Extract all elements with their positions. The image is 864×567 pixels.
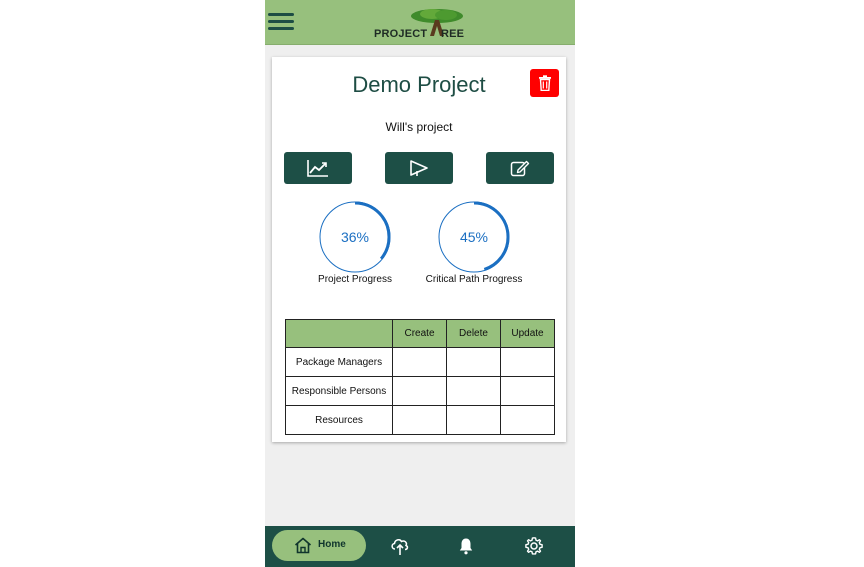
nav-home-button[interactable]: Home — [272, 530, 366, 561]
project-progress-label: Project Progress — [318, 274, 392, 285]
hamburger-menu-icon[interactable] — [268, 11, 295, 32]
publish-button[interactable] — [385, 152, 453, 184]
update-cell[interactable] — [500, 347, 555, 377]
critical-path-progress-value: 45% — [459, 229, 489, 245]
edit-icon — [510, 160, 530, 177]
table-row: Responsible Persons — [285, 376, 555, 406]
table-header-row: Create Delete Update — [285, 319, 555, 348]
row-label: Resources — [285, 405, 393, 435]
delete-project-button[interactable] — [530, 69, 559, 97]
project-progress-value: 36% — [340, 229, 370, 245]
create-cell[interactable] — [392, 347, 447, 377]
row-label: Package Managers — [285, 347, 393, 377]
edit-project-button[interactable] — [486, 152, 554, 184]
delete-cell[interactable] — [446, 347, 501, 377]
project-title: Demo Project — [352, 72, 486, 97]
project-owner: Will's project — [385, 120, 453, 134]
delete-cell[interactable] — [446, 376, 501, 406]
create-cell[interactable] — [392, 376, 447, 406]
top-bar: PROJECT REE — [265, 0, 575, 45]
table-header-update: Update — [500, 319, 555, 348]
logo-text-left: PROJECT — [374, 28, 428, 40]
update-cell[interactable] — [500, 376, 555, 406]
project-progress-ring: 36% — [318, 200, 392, 274]
update-cell[interactable] — [500, 405, 555, 435]
home-icon — [294, 537, 312, 554]
table-row: Resources — [285, 405, 555, 435]
table-header-create: Create — [392, 319, 447, 348]
table-row: Package Managers — [285, 347, 555, 377]
table-header-empty — [285, 319, 393, 348]
critical-path-progress-label: Critical Path Progress — [425, 274, 523, 285]
project-card: Demo Project Will's project 36% Project … — [272, 57, 566, 442]
trash-icon — [538, 75, 551, 91]
row-label: Responsible Persons — [285, 376, 393, 406]
tree-upload-icon[interactable] — [390, 536, 410, 556]
permissions-table: Create Delete Update Package Managers Re… — [285, 319, 555, 435]
table-header-delete: Delete — [446, 319, 501, 348]
delete-cell[interactable] — [446, 405, 501, 435]
chart-icon — [307, 160, 328, 177]
create-cell[interactable] — [392, 405, 447, 435]
bottom-navigation: Home — [265, 526, 575, 567]
project-tree-logo: PROJECT REE — [371, 6, 471, 42]
app-screen: PROJECT REE Demo Project Will's project — [265, 0, 575, 567]
critical-path-progress-ring: 45% — [437, 200, 511, 274]
logo-text-right: REE — [441, 28, 465, 40]
settings-icon[interactable] — [524, 536, 544, 556]
nav-home-label: Home — [318, 539, 346, 550]
bell-icon[interactable] — [456, 536, 476, 556]
statistics-button[interactable] — [284, 152, 352, 184]
send-icon — [410, 160, 428, 176]
